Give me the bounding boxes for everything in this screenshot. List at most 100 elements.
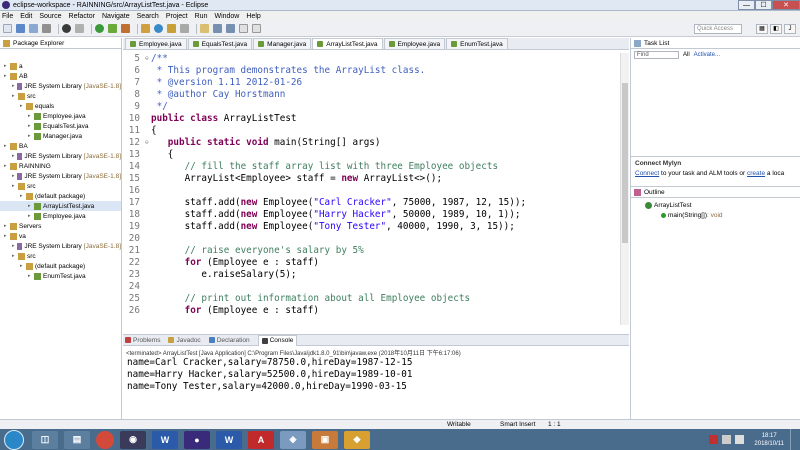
run-icon[interactable] xyxy=(95,24,104,33)
menu-help[interactable]: Help xyxy=(246,13,260,20)
tab-console[interactable]: Console xyxy=(257,334,298,346)
code-line[interactable]: 26 for (Employee e : staff) xyxy=(123,305,619,317)
save-all-icon[interactable] xyxy=(29,24,38,33)
pdf-taskbar-icon[interactable]: A xyxy=(248,430,274,449)
minimize-button[interactable]: — xyxy=(738,0,755,10)
code-line[interactable]: 19 staff.add(new Employee("Tony Tester",… xyxy=(123,221,619,233)
tray-app-icon[interactable] xyxy=(709,435,719,444)
word-taskbar-icon[interactable]: W xyxy=(216,430,242,449)
java-ee-perspective-icon[interactable]: ◧ xyxy=(770,24,782,34)
editor-tab[interactable]: ArrayListTest.java xyxy=(312,38,383,49)
code-line[interactable]: 7 * @version 1.11 2012-01-26 xyxy=(123,77,619,89)
menu-run[interactable]: Run xyxy=(195,13,208,20)
show-desktop-button[interactable] xyxy=(790,429,800,450)
code-line[interactable]: 20 xyxy=(123,233,619,245)
code-line[interactable]: 13 { xyxy=(123,149,619,161)
package-explorer-header[interactable]: Package Explorer xyxy=(0,38,121,49)
open-perspective-icon[interactable]: ▦ xyxy=(756,24,768,34)
fold-toggle-icon[interactable] xyxy=(145,233,151,245)
chrome-taskbar-icon[interactable] xyxy=(96,430,114,449)
java-perspective-icon[interactable]: J xyxy=(784,24,796,34)
tree-item[interactable]: ▸ AB xyxy=(0,71,121,81)
volume-icon[interactable] xyxy=(735,435,745,444)
editor-tab[interactable]: Employee.java xyxy=(383,38,446,49)
outline-header[interactable]: Outline xyxy=(631,187,800,198)
outline-class-node[interactable]: ArrayListTest xyxy=(631,200,800,210)
code-line[interactable]: 5 ⊖/** xyxy=(123,53,619,65)
tree-item[interactable]: ▸ Manager.java xyxy=(0,131,121,141)
tree-item[interactable]: ▸ (default package) xyxy=(0,191,121,201)
tree-item[interactable]: ▸ Employee.java xyxy=(0,111,121,121)
menu-refactor[interactable]: Refactor xyxy=(69,13,95,20)
create-link[interactable]: create xyxy=(747,170,765,177)
scrollbar-thumb[interactable] xyxy=(622,83,628,243)
toggle-mark-icon[interactable] xyxy=(200,24,209,33)
previous-annotation-icon[interactable] xyxy=(226,24,235,33)
tree-item[interactable]: ▸ src xyxy=(0,181,121,191)
tree-item[interactable]: ▸ va xyxy=(0,231,121,241)
tree-item[interactable]: ▸ JRE System Library [JavaSE-1.8] xyxy=(0,241,121,251)
new-java-class-icon[interactable] xyxy=(154,24,163,33)
code-line[interactable]: 16 xyxy=(123,185,619,197)
code-line[interactable]: 18 staff.add(new Employee("Harry Hacker"… xyxy=(123,209,619,221)
fold-toggle-icon[interactable] xyxy=(145,281,151,293)
code-line[interactable]: 12 ⊖ public static void main(String[] arg… xyxy=(123,137,619,149)
tree-item[interactable]: ▸ Employee.java xyxy=(0,211,121,221)
code-line[interactable]: 9 */ xyxy=(123,101,619,113)
menu-project[interactable]: Project xyxy=(166,13,188,20)
code-line[interactable]: 24 xyxy=(123,281,619,293)
forward-icon[interactable] xyxy=(252,24,261,33)
code-line[interactable]: 25 // print out information about all Em… xyxy=(123,293,619,305)
search-icon[interactable] xyxy=(180,24,189,33)
tree-item[interactable]: ▸ EnumTest.java xyxy=(0,271,121,281)
media-taskbar-icon[interactable]: ◉ xyxy=(120,430,146,449)
tree-item[interactable]: ▸ JRE System Library [JavaSE-1.8] xyxy=(0,151,121,161)
start-button[interactable] xyxy=(4,429,24,450)
app-taskbar-icon[interactable]: ◆ xyxy=(344,430,370,449)
code-line[interactable]: 14 // fill the staff array list with thr… xyxy=(123,161,619,173)
folder-taskbar-icon[interactable]: ▤ xyxy=(64,430,90,449)
menu-file[interactable]: File xyxy=(2,13,13,20)
maximize-button[interactable]: ☐ xyxy=(755,0,772,10)
tree-item[interactable]: ▸ src xyxy=(0,91,121,101)
code-line[interactable]: 11 { xyxy=(123,125,619,137)
fold-toggle-icon[interactable] xyxy=(145,185,151,197)
connect-link[interactable]: Connect xyxy=(635,170,659,177)
tab-declaration[interactable]: Declaration xyxy=(208,337,250,344)
skip-breakpoints-icon[interactable] xyxy=(75,24,84,33)
menu-navigate[interactable]: Navigate xyxy=(102,13,130,20)
print-icon[interactable] xyxy=(42,24,51,33)
tree-item[interactable]: ▸ Servers xyxy=(0,221,121,231)
code-line[interactable]: 22 for (Employee e : staff) xyxy=(123,257,619,269)
next-annotation-icon[interactable] xyxy=(213,24,222,33)
tree-item[interactable]: ▸ BA xyxy=(0,141,121,151)
menu-source[interactable]: Source xyxy=(39,13,61,20)
new-java-package-icon[interactable] xyxy=(141,24,150,33)
menu-window[interactable]: Window xyxy=(214,13,239,20)
explorer-taskbar-icon[interactable]: ◫ xyxy=(32,430,58,449)
network-icon[interactable] xyxy=(722,435,732,444)
menu-edit[interactable]: Edit xyxy=(20,13,32,20)
menu-search[interactable]: Search xyxy=(137,13,159,20)
new-icon[interactable] xyxy=(3,24,12,33)
tree-item[interactable]: ▸ (default package) xyxy=(0,261,121,271)
code-line[interactable]: 17 staff.add(new Employee("Carl Cracker"… xyxy=(123,197,619,209)
tab-problems[interactable]: Problems xyxy=(125,337,160,344)
editor-tab[interactable]: EnumTest.java xyxy=(446,38,508,49)
outline-method-node[interactable]: main(String[]) : void xyxy=(631,210,800,220)
all-filter-link[interactable]: All xyxy=(683,52,690,58)
code-line[interactable]: 6 * This program demonstrates the ArrayL… xyxy=(123,65,619,77)
editor-scrollbar[interactable] xyxy=(620,53,629,325)
tree-item[interactable]: ▸ equals xyxy=(0,101,121,111)
code-line[interactable]: 21 // raise everyone's salary by 5% xyxy=(123,245,619,257)
task-list-header[interactable]: Task List xyxy=(631,38,800,49)
save-icon[interactable] xyxy=(16,24,25,33)
editor-tab[interactable]: EqualsTest.java xyxy=(187,38,253,49)
close-button[interactable]: ✕ xyxy=(772,0,800,10)
tree-item[interactable]: ▸ JRE System Library [JavaSE-1.8] xyxy=(0,171,121,181)
tree-item[interactable]: ▸ src xyxy=(0,251,121,261)
tree-item[interactable]: ▸ RAINNING xyxy=(0,161,121,171)
code-line[interactable]: 15 ArrayList<Employee> staff = new Array… xyxy=(123,173,619,185)
wps-taskbar-icon[interactable]: W xyxy=(152,430,178,449)
clock[interactable]: 18:17 2018/10/11 xyxy=(754,432,784,448)
